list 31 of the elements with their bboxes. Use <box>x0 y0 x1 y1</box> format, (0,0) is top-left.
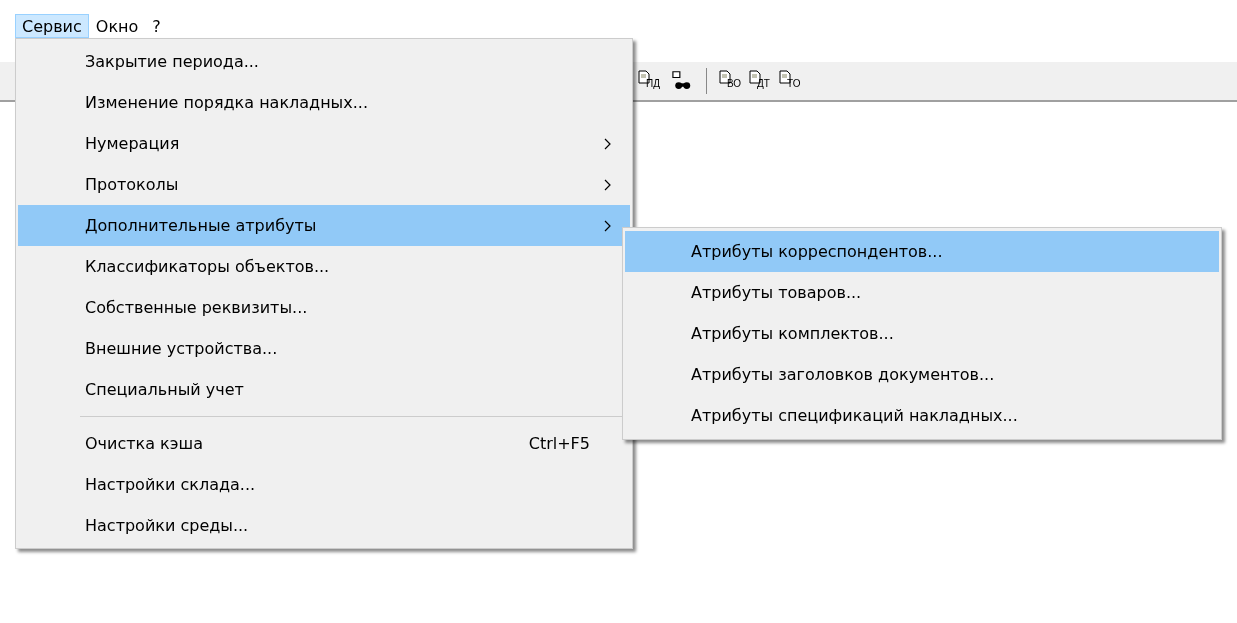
submenu-item[interactable]: Атрибуты товаров... <box>625 272 1219 313</box>
menu-item-label: Протоколы <box>85 175 180 194</box>
document-tool-button[interactable]: ВО <box>717 70 743 92</box>
menu-item-label: Настройки склада... <box>85 475 257 494</box>
menu-bar-item[interactable]: Окно <box>88 14 146 38</box>
menu-item-label: Классификаторы объектов... <box>85 257 331 276</box>
menu-item-label: Специальный учет <box>85 380 245 399</box>
submenu-item[interactable]: Атрибуты комплектов... <box>625 313 1219 354</box>
menu-item-label: Собственные реквизиты... <box>85 298 309 317</box>
menu-item-label: Очистка кэша <box>85 434 204 453</box>
menu-item[interactable]: Дополнительные атрибуты <box>18 205 630 246</box>
shortcut-label: Ctrl+F5 <box>528 434 590 453</box>
menu-item-label: Внешние устройства... <box>85 339 279 358</box>
menu-item[interactable]: Изменение порядка накладных... <box>18 82 630 123</box>
menu-item-label: Нумерация <box>85 134 181 153</box>
menu-item-label: Дополнительные атрибуты <box>85 216 318 235</box>
submenu-item[interactable]: Атрибуты корреспондентов... <box>625 231 1219 272</box>
menu-item[interactable]: Нумерация <box>18 123 630 164</box>
document-tool-button[interactable]: ДТ <box>747 70 773 92</box>
submenu-item[interactable]: Атрибуты заголовков документов... <box>625 354 1219 395</box>
document-tool-button[interactable]: ТО <box>777 70 803 92</box>
menu-item[interactable]: Настройки среды... <box>18 505 630 546</box>
menu-bar-item[interactable]: ? <box>145 14 168 38</box>
menu-bar-item[interactable]: Сервис <box>15 14 89 38</box>
menu-item[interactable]: Настройки склада... <box>18 464 630 505</box>
menu-item-label: Настройки среды... <box>85 516 250 535</box>
menu-item[interactable]: Протоколы <box>18 164 630 205</box>
menu-item-label: Изменение порядка накладных... <box>85 93 369 112</box>
menu-item[interactable]: Закрытие периода... <box>18 41 630 82</box>
menu-item-label: Закрытие периода... <box>85 52 260 71</box>
document-tool-button[interactable]: ПД <box>636 70 662 92</box>
